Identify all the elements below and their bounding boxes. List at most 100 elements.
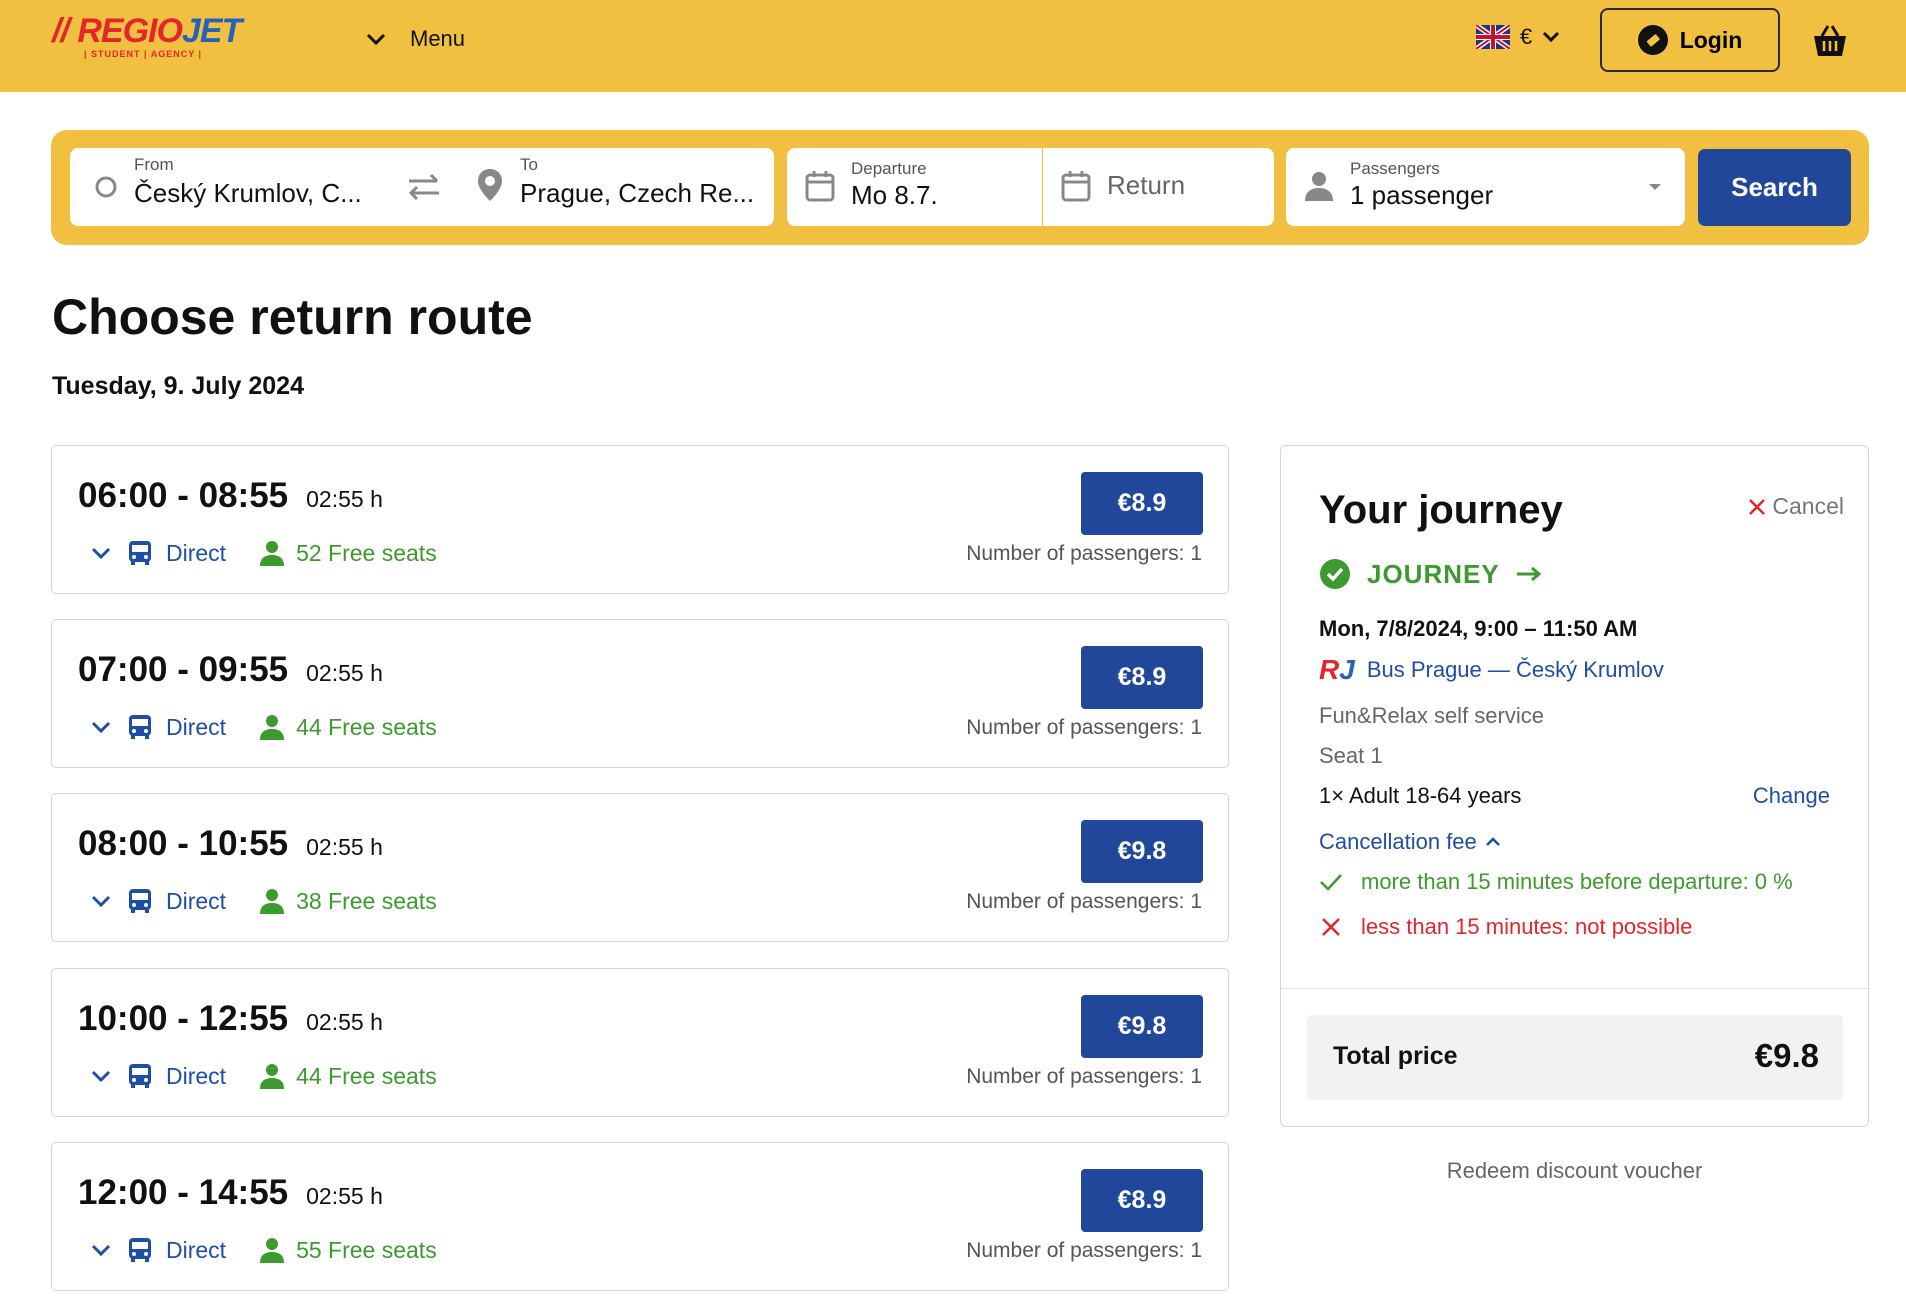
price-button[interactable]: €9.8 [1081, 820, 1203, 883]
route-date: Tuesday, 9. July 2024 [52, 372, 304, 400]
person-icon [260, 541, 285, 566]
person-icon [260, 1064, 285, 1089]
logo-text-regio: REGIO [77, 12, 183, 50]
journey-datetime: Mon, 7/8/2024, 9:00 – 11:50 AM [1319, 616, 1638, 641]
passenger-count: Number of passengers: 1 [966, 542, 1202, 565]
change-passenger-link[interactable]: Change [1753, 783, 1830, 809]
swap-icon[interactable] [407, 172, 441, 202]
regiojet-logo[interactable]: // REGIOJET | STUDENT | AGENCY | [52, 12, 252, 72]
passenger-count: Number of passengers: 1 [966, 1065, 1202, 1088]
close-icon [1749, 498, 1766, 515]
journey-title: Your journey [1319, 488, 1563, 532]
to-value: Prague, Czech Re... [520, 178, 755, 208]
free-seats: 55 Free seats [296, 1236, 437, 1263]
cancel-button[interactable]: Cancel [1748, 493, 1844, 520]
login-label: Login [1679, 26, 1743, 53]
cancellation-rule-denied: less than 15 minutes: not possible [1319, 914, 1692, 940]
route-type: Direct [166, 1062, 227, 1089]
passenger-count: Number of passengers: 1 [966, 890, 1202, 913]
arrow-right-icon [1516, 566, 1542, 582]
check-circle-icon [1320, 559, 1350, 589]
close-icon [1322, 918, 1340, 936]
route-card[interactable]: 10:00 - 12:55 02:55 h Direct 44 Free seat… [51, 968, 1229, 1117]
journey-line[interactable]: RJ Bus Prague — Český Krumlov [1319, 654, 1664, 686]
expand-chevron-icon[interactable] [86, 538, 116, 568]
person-icon [260, 715, 285, 740]
calendar-icon [805, 171, 835, 202]
route-time: 10:00 - 12:55 [78, 999, 289, 1038]
origin-circle-icon [95, 176, 117, 198]
departure-value: Mo 8.7. [851, 180, 938, 210]
search-bar: From Český Krumlov, C... To Prague, Czec… [51, 130, 1869, 245]
journey-badge-label: JOURNEY [1367, 558, 1500, 589]
from-value: Český Krumlov, C... [134, 178, 362, 208]
redeem-voucher-link[interactable]: Redeem discount voucher [1280, 1158, 1869, 1184]
return-placeholder: Return [1107, 170, 1186, 200]
route-duration: 02:55 h [306, 660, 383, 686]
route-time: 06:00 - 08:55 [78, 476, 289, 515]
route-type: Direct [166, 887, 227, 914]
journey-seat: Seat 1 [1319, 743, 1383, 768]
cancellation-rule-allowed: more than 15 minutes before departure: 0… [1319, 869, 1793, 895]
from-to-field: From Český Krumlov, C... To Prague, Czec… [70, 148, 774, 226]
price-button[interactable]: €8.9 [1081, 646, 1203, 709]
uk-flag-icon [1476, 25, 1510, 49]
route-type: Direct [166, 1236, 227, 1263]
journey-badge: JOURNEY [1319, 558, 1542, 590]
from-field[interactable]: From Český Krumlov, C... [70, 148, 420, 226]
language-currency-selector[interactable]: € [1476, 24, 1560, 50]
expand-chevron-icon[interactable] [86, 1061, 116, 1091]
price-button[interactable]: €8.9 [1081, 472, 1203, 535]
to-label: To [520, 155, 538, 174]
total-price-value: €9.8 [1754, 1037, 1819, 1074]
rj-logo: RJ [1319, 654, 1355, 685]
search-button[interactable]: Search [1698, 149, 1851, 226]
cancellation-fee-toggle[interactable]: Cancellation fee [1319, 829, 1501, 855]
departure-field[interactable]: Departure Mo 8.7. [787, 148, 1042, 226]
bus-icon [129, 1238, 151, 1262]
chevron-down-icon [366, 33, 386, 46]
expand-chevron-icon[interactable] [86, 886, 116, 916]
expand-chevron-icon[interactable] [86, 1235, 116, 1265]
expand-chevron-icon[interactable] [86, 712, 116, 742]
ticket-icon [1637, 25, 1668, 55]
route-duration: 02:55 h [306, 834, 383, 860]
page-title: Choose return route [52, 289, 533, 345]
login-button[interactable]: Login [1600, 8, 1780, 72]
route-card[interactable]: 12:00 - 14:55 02:55 h Direct 55 Free seat… [51, 1142, 1229, 1291]
top-header: // REGIOJET | STUDENT | AGENCY | Menu € … [0, 0, 1906, 92]
bus-icon [129, 1064, 151, 1088]
price-button[interactable]: €8.9 [1081, 1169, 1203, 1232]
divider [1281, 988, 1868, 989]
price-button[interactable]: €9.8 [1081, 995, 1203, 1058]
passengers-field[interactable]: Passengers 1 passenger [1286, 148, 1685, 226]
from-label: From [134, 155, 174, 174]
route-card[interactable]: 08:00 - 10:55 02:55 h Direct 38 Free seat… [51, 793, 1229, 942]
route-card[interactable]: 07:00 - 09:55 02:55 h Direct 44 Free seat… [51, 619, 1229, 768]
bus-icon [129, 541, 151, 565]
basket-icon[interactable] [1810, 22, 1850, 62]
person-icon [260, 1238, 285, 1263]
passenger-count: Number of passengers: 1 [966, 716, 1202, 739]
free-seats: 44 Free seats [296, 713, 437, 740]
free-seats: 38 Free seats [296, 887, 437, 914]
route-time: 12:00 - 14:55 [78, 1173, 289, 1212]
currency-label: € [1520, 24, 1533, 49]
return-field[interactable]: Return [1043, 148, 1274, 226]
chevron-up-icon [1485, 837, 1500, 846]
route-type: Direct [166, 539, 227, 566]
logo-text-jet: JET [181, 12, 242, 50]
route-time: 07:00 - 09:55 [78, 650, 289, 689]
person-icon [260, 889, 285, 914]
location-pin-icon [478, 169, 502, 201]
total-price-label: Total price [1333, 1042, 1458, 1070]
to-field[interactable]: To Prague, Czech Re... [465, 148, 774, 226]
passenger-count: Number of passengers: 1 [966, 1239, 1202, 1262]
route-card[interactable]: 06:00 - 08:55 02:55 h Direct 52 Free seat… [51, 445, 1229, 594]
cancellation-fee-label: Cancellation fee [1319, 829, 1477, 854]
route-type: Direct [166, 713, 227, 740]
journey-service: Fun&Relax self service [1319, 703, 1544, 728]
chevron-down-icon [1543, 31, 1560, 43]
menu-button[interactable]: Menu [366, 26, 465, 52]
journey-summary-panel: Your journey Cancel JOURNEY Mon, 7/8/202… [1280, 445, 1869, 1127]
